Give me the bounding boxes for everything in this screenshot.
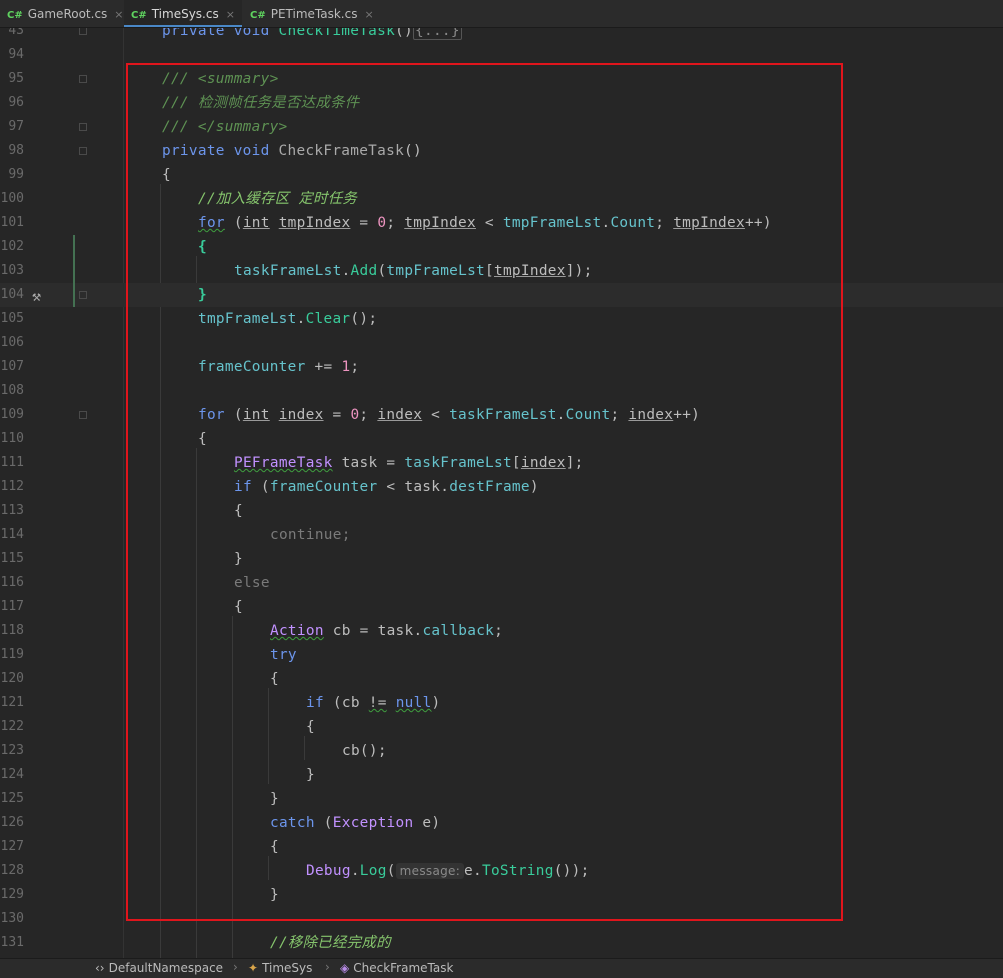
line-number: 96 bbox=[8, 95, 24, 110]
tab-label: PETimeTask.cs bbox=[270, 7, 358, 21]
line-number: 125 bbox=[0, 791, 24, 806]
line-number: 43 bbox=[8, 28, 24, 38]
line-number: 122 bbox=[0, 719, 24, 734]
line-number: 119 bbox=[0, 647, 24, 662]
breadcrumb-label: DefaultNamespace bbox=[108, 961, 224, 975]
line-number: 127 bbox=[0, 839, 24, 854]
change-marker bbox=[73, 259, 75, 283]
line-number: 108 bbox=[0, 383, 24, 398]
namespace-icon: ‹› bbox=[95, 961, 105, 975]
tab-label: TimeSys.cs bbox=[151, 7, 219, 21]
line-number: 129 bbox=[0, 887, 24, 902]
line-number: 104 bbox=[0, 287, 24, 302]
line-number: 121 bbox=[0, 695, 24, 710]
csharp-file-icon: C# bbox=[131, 10, 147, 21]
line-number: 98 bbox=[8, 143, 24, 158]
line-number: 106 bbox=[0, 335, 24, 350]
close-icon[interactable]: × bbox=[364, 8, 373, 21]
breadcrumb-label: CheckFrameTask bbox=[353, 961, 454, 975]
code-line[interactable]: 131 //移除已经完成的 bbox=[0, 931, 1003, 955]
punct: () bbox=[395, 28, 414, 39]
line-number: 116 bbox=[0, 575, 24, 590]
change-marker bbox=[73, 283, 75, 307]
line-number: 110 bbox=[0, 431, 24, 446]
fold-marker-icon[interactable] bbox=[79, 123, 87, 131]
line-number: 97 bbox=[8, 119, 24, 134]
line-number: 111 bbox=[0, 455, 24, 470]
line-number: 102 bbox=[0, 239, 24, 254]
breadcrumb-label: TimeSys bbox=[262, 961, 313, 975]
breadcrumb-namespace[interactable]: ‹› DefaultNamespace bbox=[95, 961, 223, 975]
code-text: private void CheckTimeTask() {...} bbox=[162, 28, 462, 43]
chevron-right-icon: › bbox=[325, 960, 330, 974]
breadcrumb: ‹› DefaultNamespace › ✦ TimeSys › ◈ CheckFr… bbox=[0, 958, 1003, 978]
folded-region[interactable]: {...} bbox=[413, 28, 462, 40]
tab-label: GameRoot.cs bbox=[27, 7, 108, 21]
line-number: 126 bbox=[0, 815, 24, 830]
highlight-box bbox=[126, 63, 843, 921]
breadcrumb-method[interactable]: ◈ CheckFrameTask bbox=[340, 961, 453, 975]
line-number: 103 bbox=[0, 263, 24, 278]
fold-marker-icon[interactable] bbox=[79, 28, 87, 35]
method-name: CheckTimeTask bbox=[278, 28, 396, 39]
line-number: 112 bbox=[0, 479, 24, 494]
line-number: 117 bbox=[0, 599, 24, 614]
tab-petimetask[interactable]: C# PETimeTask.cs × bbox=[243, 0, 374, 27]
line-number: 114 bbox=[0, 527, 24, 542]
line-number: 130 bbox=[0, 911, 24, 926]
line-number: 105 bbox=[0, 311, 24, 326]
breadcrumb-class[interactable]: ✦ TimeSys bbox=[248, 961, 312, 975]
change-marker bbox=[73, 235, 75, 259]
code-line[interactable]: 43 private void CheckTimeTask() {...} bbox=[0, 28, 1003, 43]
editor-tab-bar: C# GameRoot.cs × C# TimeSys.cs × C# PETimeTas… bbox=[0, 0, 1003, 28]
line-number: 115 bbox=[0, 551, 24, 566]
close-icon[interactable]: × bbox=[114, 8, 123, 21]
tab-timesys[interactable]: C# TimeSys.cs × bbox=[124, 0, 242, 27]
fold-marker-icon[interactable] bbox=[79, 147, 87, 155]
chevron-right-icon: › bbox=[233, 960, 238, 974]
line-number: 109 bbox=[0, 407, 24, 422]
hammer-icon[interactable]: ⚒ bbox=[32, 284, 41, 308]
csharp-file-icon: C# bbox=[7, 10, 23, 21]
method-icon: ◈ bbox=[340, 961, 350, 975]
line-number: 128 bbox=[0, 863, 24, 878]
line-number: 107 bbox=[0, 359, 24, 374]
line-number: 120 bbox=[0, 671, 24, 686]
fold-marker-icon[interactable] bbox=[79, 75, 87, 83]
keyword: private void bbox=[162, 28, 270, 39]
tab-gameroot[interactable]: C# GameRoot.cs × bbox=[0, 0, 124, 27]
close-icon[interactable]: × bbox=[226, 8, 235, 21]
fold-marker-icon[interactable] bbox=[79, 291, 87, 299]
line-number: 99 bbox=[8, 167, 24, 182]
line-number: 113 bbox=[0, 503, 24, 518]
line-number: 123 bbox=[0, 743, 24, 758]
csharp-file-icon: C# bbox=[250, 10, 266, 21]
line-number: 101 bbox=[0, 215, 24, 230]
class-icon: ✦ bbox=[248, 961, 259, 975]
line-number: 118 bbox=[0, 623, 24, 638]
line-number: 124 bbox=[0, 767, 24, 782]
line-number: 94 bbox=[8, 47, 24, 62]
fold-marker-icon[interactable] bbox=[79, 411, 87, 419]
line-number: 95 bbox=[8, 71, 24, 86]
line-number: 100 bbox=[0, 191, 24, 206]
code-comment: //移除已经完成的 bbox=[270, 935, 391, 951]
line-number: 131 bbox=[0, 935, 24, 950]
